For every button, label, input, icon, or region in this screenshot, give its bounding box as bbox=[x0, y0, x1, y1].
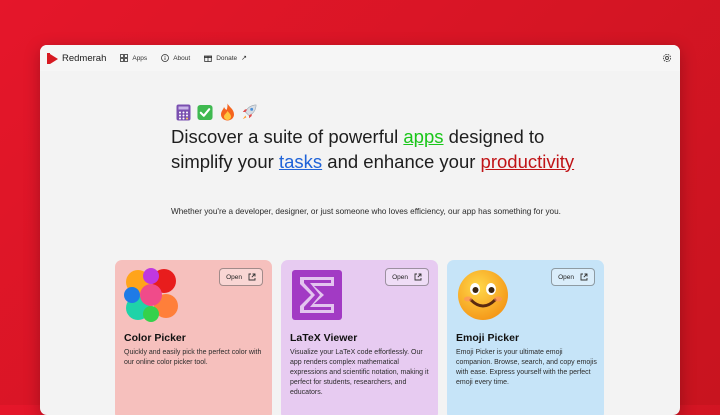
apps-link[interactable]: apps bbox=[403, 126, 443, 147]
headline-text: Discover a suite of powerful bbox=[171, 126, 404, 147]
apps-grid-icon bbox=[120, 54, 129, 62]
smiley-face-icon bbox=[458, 270, 508, 320]
productivity-link[interactable]: productivity bbox=[481, 151, 575, 172]
nav-donate-label: Donate bbox=[216, 54, 238, 62]
open-button[interactable]: Open bbox=[551, 268, 595, 286]
sigma-icon bbox=[292, 270, 342, 320]
open-button-label: Open bbox=[558, 273, 574, 281]
app-window: Redmerah Apps About Donate ↗ Discover a … bbox=[40, 45, 680, 415]
card-description: Emoji Picker is your ultimate emoji comp… bbox=[456, 349, 597, 386]
app-card-latex-viewer[interactable]: Open LaTeX Viewer Visualize your LaTeX c… bbox=[281, 260, 438, 415]
open-external-icon bbox=[580, 273, 588, 281]
rocket-emoji-icon bbox=[241, 103, 257, 121]
hero-emoji-row bbox=[175, 103, 257, 121]
card-description: Visualize your LaTeX code effortlessly. … bbox=[290, 349, 429, 396]
open-external-icon bbox=[248, 273, 256, 281]
abacus-emoji-icon bbox=[175, 103, 191, 121]
card-description: Quickly and easily pick the perfect colo… bbox=[124, 349, 262, 366]
gear-icon[interactable] bbox=[661, 52, 673, 64]
nav-about[interactable]: About bbox=[161, 54, 190, 62]
top-navigation-bar: Redmerah Apps About Donate ↗ bbox=[40, 45, 680, 71]
card-title: Color Picker bbox=[124, 332, 186, 344]
brand[interactable]: Redmerah bbox=[47, 52, 107, 64]
check-mark-emoji-icon bbox=[197, 103, 213, 121]
open-button[interactable]: Open bbox=[385, 268, 429, 286]
open-button-label: Open bbox=[226, 273, 242, 281]
external-link-icon: ↗ bbox=[241, 55, 248, 62]
nav-apps[interactable]: Apps bbox=[120, 54, 147, 62]
fire-emoji-icon bbox=[219, 103, 235, 121]
open-external-icon bbox=[414, 273, 422, 281]
card-title: LaTeX Viewer bbox=[290, 332, 358, 344]
headline-text: and enhance your bbox=[322, 150, 481, 172]
nav-about-label: About bbox=[173, 54, 191, 62]
brand-name: Redmerah bbox=[62, 52, 107, 64]
card-title: Emoji Picker bbox=[456, 332, 520, 344]
app-card-color-picker[interactable]: Open Color Picker Quickly and easily pic… bbox=[115, 260, 272, 415]
app-card-emoji-picker[interactable]: Open Emoji Picker Emoji Picker is your u… bbox=[447, 260, 604, 415]
tasks-link[interactable]: tasks bbox=[279, 151, 322, 172]
color-wheel-icon bbox=[124, 268, 178, 322]
gift-icon bbox=[204, 55, 213, 62]
open-button[interactable]: Open bbox=[219, 268, 263, 286]
info-icon bbox=[161, 54, 170, 62]
nav-apps-label: Apps bbox=[132, 54, 148, 62]
hero-headline: Discover a suite of powerful apps design… bbox=[171, 125, 591, 174]
open-button-label: Open bbox=[392, 273, 408, 281]
hero-subtext: Whether you're a developer, designer, or… bbox=[171, 207, 561, 216]
redmerah-logo-icon bbox=[47, 52, 58, 64]
nav-donate[interactable]: Donate ↗ bbox=[204, 54, 247, 62]
